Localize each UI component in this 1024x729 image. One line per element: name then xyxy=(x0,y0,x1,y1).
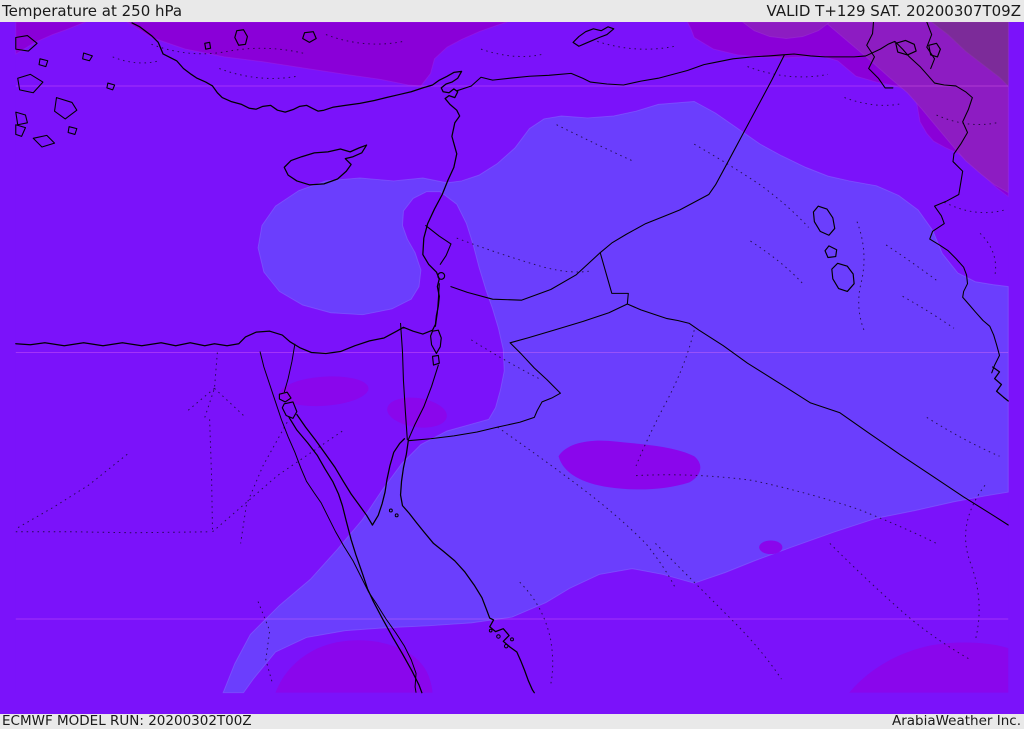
header-bar: Temperature at 250 hPa VALID T+129 SAT. … xyxy=(0,0,1024,22)
weather-map xyxy=(15,22,1009,694)
valid-time-label: VALID T+129 SAT. 20200307T09Z xyxy=(766,1,1021,20)
credit-label: ArabiaWeather Inc. xyxy=(891,712,1021,729)
temperature-fill-layer xyxy=(15,22,1009,694)
weather-app-screen: Temperature at 250 hPa VALID T+129 SAT. … xyxy=(0,0,1024,729)
temp-fill-warm-patch-4 xyxy=(759,540,783,555)
footer-bar: ECMWF MODEL RUN: 20200302T00Z ArabiaWeat… xyxy=(0,714,1024,729)
map-container xyxy=(0,22,1024,714)
model-run-label: ECMWF MODEL RUN: 20200302T00Z xyxy=(2,712,252,729)
map-title: Temperature at 250 hPa xyxy=(2,1,183,20)
